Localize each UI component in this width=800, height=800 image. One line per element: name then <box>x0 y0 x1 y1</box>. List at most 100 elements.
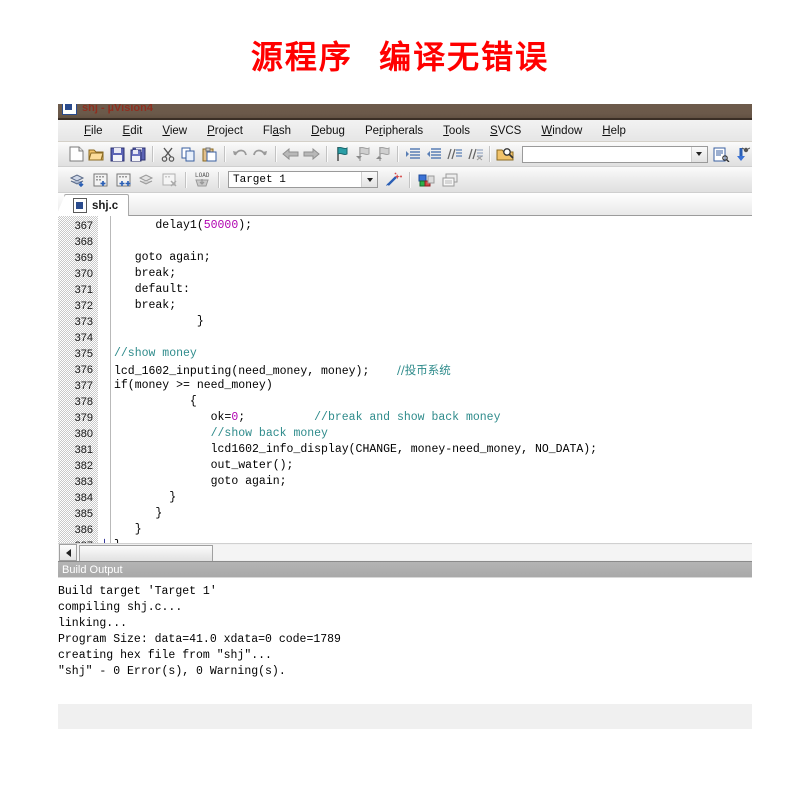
code-line[interactable]: 385 } <box>58 506 752 522</box>
code-fold-marker[interactable] <box>98 410 111 426</box>
rebuild-all-icon[interactable] <box>113 170 134 190</box>
code-line[interactable]: 368 <box>58 234 752 250</box>
menu-item-svcs[interactable]: SVCS <box>480 123 531 139</box>
project-window-icon[interactable] <box>416 170 437 190</box>
code-line[interactable]: 382 out_water(); <box>58 458 752 474</box>
search-dropdown-arrow[interactable] <box>690 146 707 162</box>
menu-item-view[interactable]: View <box>152 123 197 139</box>
code-fold-marker[interactable] <box>98 298 111 314</box>
code-line[interactable]: 375 //show money <box>58 346 752 362</box>
code-line[interactable]: 369 goto again; <box>58 250 752 266</box>
code-line[interactable]: 370 break; <box>58 266 752 282</box>
code-line[interactable]: 383 goto again; <box>58 474 752 490</box>
target-options-icon[interactable] <box>383 170 404 190</box>
code-line[interactable]: 384 } <box>58 490 752 506</box>
editor-horizontal-scrollbar[interactable] <box>58 543 752 561</box>
scroll-left-button[interactable] <box>59 544 77 561</box>
code-fold-marker[interactable] <box>98 490 111 506</box>
menu-item-peripherals[interactable]: Peripherals <box>355 123 433 139</box>
find-in-files-icon[interactable] <box>496 144 515 164</box>
menu-item-window[interactable]: Window <box>531 123 592 139</box>
editor-tabstrip: shj.c <box>58 193 752 216</box>
code-fold-marker[interactable] <box>98 346 111 362</box>
code-fold-marker[interactable] <box>98 218 111 234</box>
new-file-icon[interactable] <box>67 144 86 164</box>
build-output-content[interactable]: Build target 'Target 1' compiling shj.c..… <box>58 578 752 704</box>
code-line[interactable]: 371 default: <box>58 282 752 298</box>
comment-icon[interactable] <box>445 144 464 164</box>
menu-item-edit[interactable]: Edit <box>113 123 153 139</box>
debug-start-icon[interactable] <box>732 144 751 164</box>
code-line[interactable]: 367 delay1(50000); <box>58 218 752 234</box>
code-fold-marker[interactable] <box>98 314 111 330</box>
target-select[interactable]: Target 1 <box>228 171 378 188</box>
code-fold-marker[interactable] <box>98 362 111 378</box>
tab-shj-c[interactable]: shj.c <box>58 194 130 216</box>
open-file-icon[interactable] <box>88 144 107 164</box>
code-line[interactable]: 372 break; <box>58 298 752 314</box>
code-line-number: 375 <box>74 348 93 360</box>
code-editor[interactable]: 367 delay1(50000); 368 369 goto again; 370 … <box>58 216 752 561</box>
code-line[interactable]: 376 lcd_1602_inputing(need_money, money);… <box>58 362 752 378</box>
load-flash-icon[interactable]: LOAD <box>192 170 213 190</box>
stop-build-icon[interactable] <box>159 170 180 190</box>
code-fold-marker[interactable] <box>98 458 111 474</box>
bookmark-toggle-icon[interactable] <box>333 144 352 164</box>
window-titlebar[interactable]: shj - µVision4 <box>58 104 752 120</box>
code-fold-marker[interactable] <box>98 426 111 442</box>
code-fold-marker[interactable] <box>98 394 111 410</box>
code-line[interactable]: 378 { <box>58 394 752 410</box>
menu-item-tools[interactable]: Tools <box>433 123 480 139</box>
configuration-wizard-icon[interactable] <box>712 144 731 164</box>
redo-icon[interactable] <box>251 144 270 164</box>
code-line[interactable]: 379 ok=0; //break and show back money <box>58 410 752 426</box>
batch-build-icon[interactable] <box>136 170 157 190</box>
code-fold-marker[interactable] <box>98 330 111 346</box>
translate-icon[interactable] <box>67 170 88 190</box>
code-line[interactable]: 373 } <box>58 314 752 330</box>
indent-icon[interactable] <box>404 144 423 164</box>
code-fold-marker[interactable] <box>98 378 111 394</box>
undo-icon[interactable] <box>231 144 250 164</box>
outdent-icon[interactable] <box>425 144 444 164</box>
scroll-thumb[interactable] <box>79 545 213 561</box>
paste-icon[interactable] <box>200 144 219 164</box>
code-content[interactable]: 367 delay1(50000); 368 369 goto again; 370 … <box>58 218 752 554</box>
code-fold-marker[interactable] <box>98 282 111 298</box>
menu-item-help[interactable]: Help <box>592 123 636 139</box>
save-all-icon[interactable] <box>129 144 148 164</box>
code-fold-marker[interactable] <box>98 234 111 250</box>
menu-item-project[interactable]: Project <box>197 123 253 139</box>
code-line[interactable]: 381 lcd1602_info_display(CHANGE, money-n… <box>58 442 752 458</box>
code-line[interactable]: 380 //show back money <box>58 426 752 442</box>
build-output-panel-header: Build Output <box>58 561 752 578</box>
build-target-icon[interactable] <box>90 170 111 190</box>
code-fold-marker[interactable] <box>98 506 111 522</box>
save-icon[interactable] <box>108 144 127 164</box>
bookmark-prev-icon[interactable] <box>353 144 372 164</box>
target-dropdown-arrow[interactable] <box>361 172 377 187</box>
manage-components-icon[interactable] <box>439 170 460 190</box>
code-fold-marker[interactable] <box>98 474 111 490</box>
code-fold-marker[interactable] <box>98 266 111 282</box>
code-line-number: 377 <box>74 380 93 392</box>
cut-icon[interactable] <box>159 144 178 164</box>
copy-icon[interactable] <box>180 144 199 164</box>
code-line-number: 383 <box>74 476 93 488</box>
code-line[interactable]: 377 if(money >= need_money) <box>58 378 752 394</box>
menu-item-flash[interactable]: Flash <box>253 123 301 139</box>
code-fold-marker[interactable] <box>98 442 111 458</box>
bookmark-next-icon[interactable] <box>374 144 393 164</box>
navigate-back-icon[interactable] <box>282 144 301 164</box>
search-input[interactable] <box>521 145 708 163</box>
menu-item-debug[interactable]: Debug <box>301 123 355 139</box>
uncomment-icon[interactable] <box>466 144 485 164</box>
titlebar-edge <box>58 118 752 120</box>
code-fold-marker[interactable] <box>98 522 111 538</box>
code-fold-marker[interactable] <box>98 250 111 266</box>
code-line[interactable]: 374 <box>58 330 752 346</box>
navigate-forward-icon[interactable] <box>302 144 321 164</box>
scroll-track[interactable] <box>77 545 752 561</box>
menu-item-file[interactable]: File <box>74 123 113 139</box>
code-line[interactable]: 386 } <box>58 522 752 538</box>
